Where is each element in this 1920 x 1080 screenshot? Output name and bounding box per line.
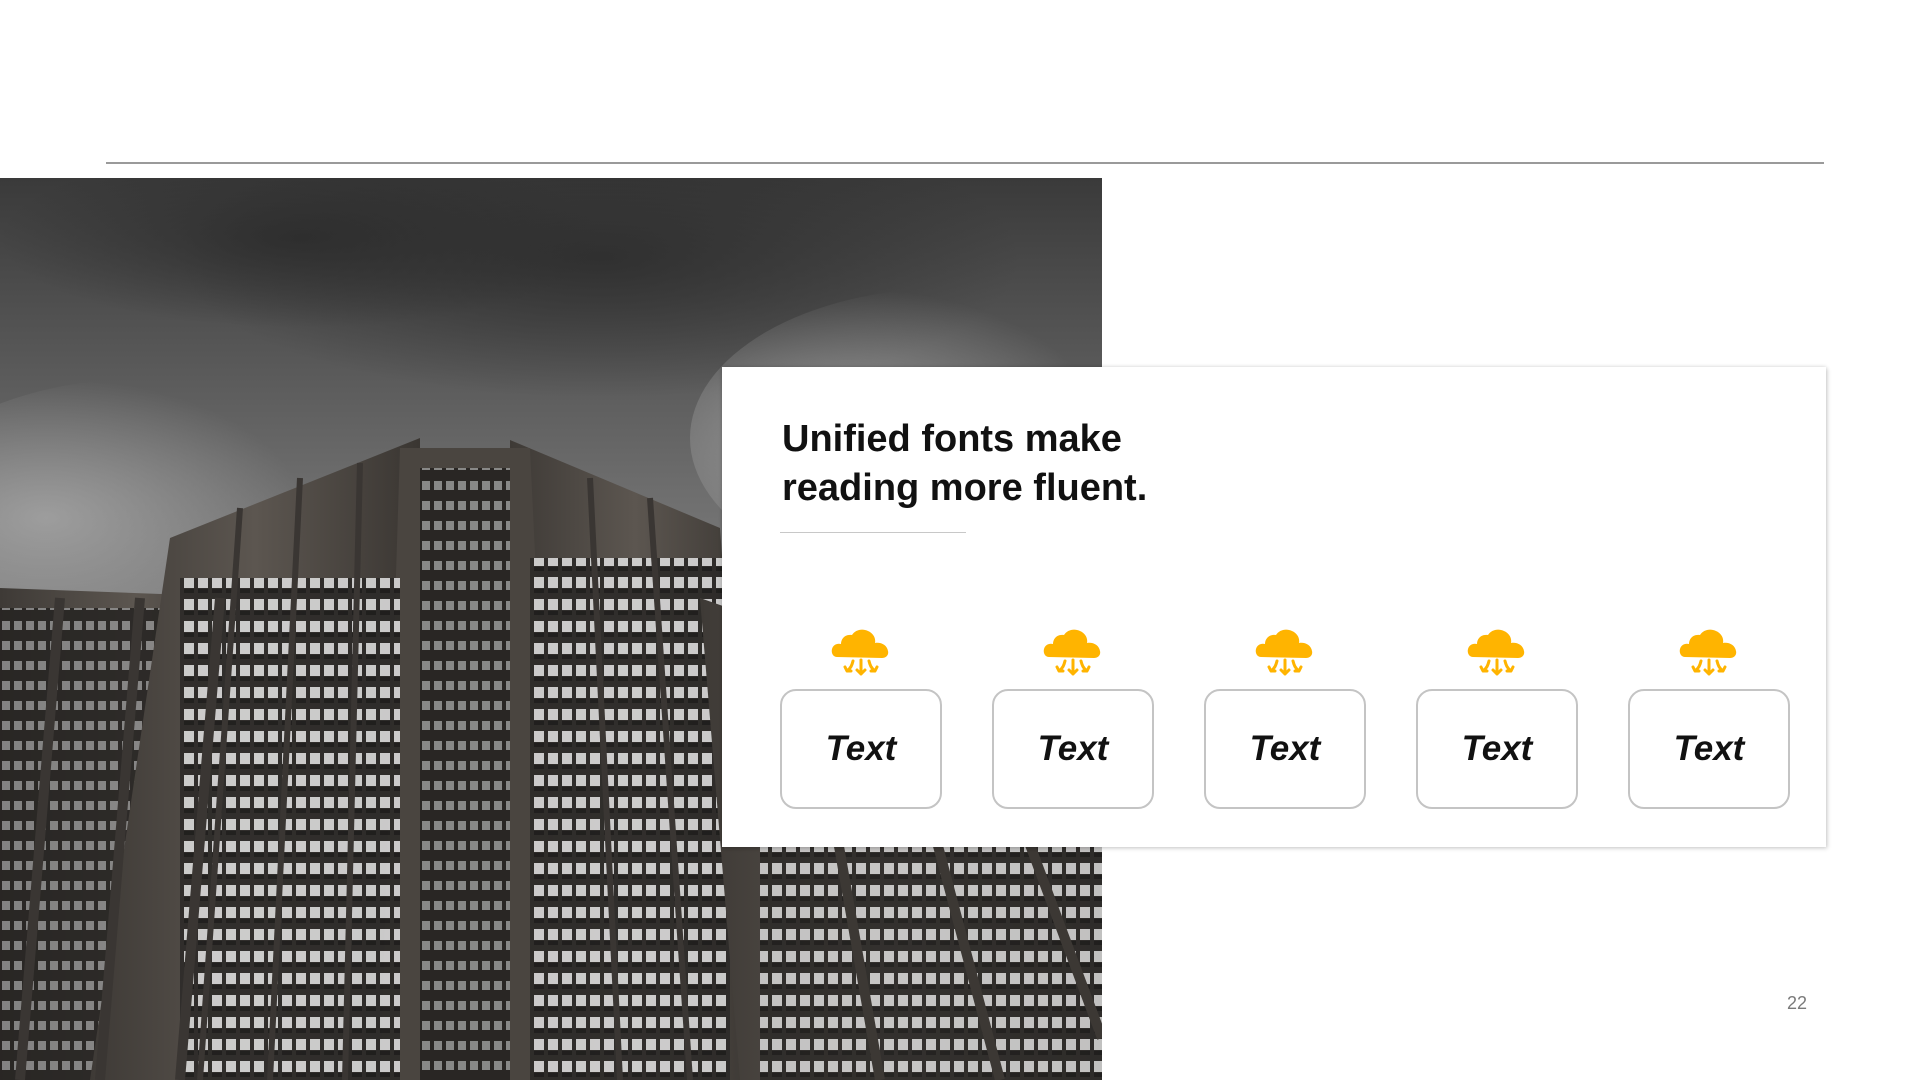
card-heading-line-1: Unified fonts make xyxy=(782,418,1122,460)
page-number: 22 xyxy=(1786,993,1808,1013)
feature-item-4: Text xyxy=(1416,627,1578,809)
card-heading: Unified fonts make reading more fluent. xyxy=(782,415,1342,513)
feature-label-5: Text xyxy=(1673,729,1745,768)
feature-item-1: Text xyxy=(780,627,942,809)
content-card: Unified fonts make reading more fluent. … xyxy=(722,367,1826,847)
feature-item-2: Text xyxy=(992,627,1154,809)
cloud-download-icon xyxy=(1043,627,1103,677)
cloud-download-icon xyxy=(1255,627,1315,677)
feature-box-1: Text xyxy=(780,689,942,809)
feature-item-3: Text xyxy=(1204,627,1366,809)
feature-label-2: Text xyxy=(1037,729,1109,768)
heading-divider xyxy=(780,532,966,533)
feature-label-3: Text xyxy=(1249,729,1321,768)
feature-label-4: Text xyxy=(1461,729,1533,768)
feature-label-1: Text xyxy=(825,729,897,768)
cloud-download-icon xyxy=(831,627,891,677)
feature-box-2: Text xyxy=(992,689,1154,809)
feature-box-5: Text xyxy=(1628,689,1790,809)
feature-box-4: Text xyxy=(1416,689,1578,809)
feature-box-3: Text xyxy=(1204,689,1366,809)
cloud-download-icon xyxy=(1679,627,1739,677)
cloud-download-icon xyxy=(1467,627,1527,677)
card-heading-line-2: reading more fluent. xyxy=(782,467,1148,509)
header-divider xyxy=(106,162,1824,164)
feature-item-5: Text xyxy=(1628,627,1790,809)
